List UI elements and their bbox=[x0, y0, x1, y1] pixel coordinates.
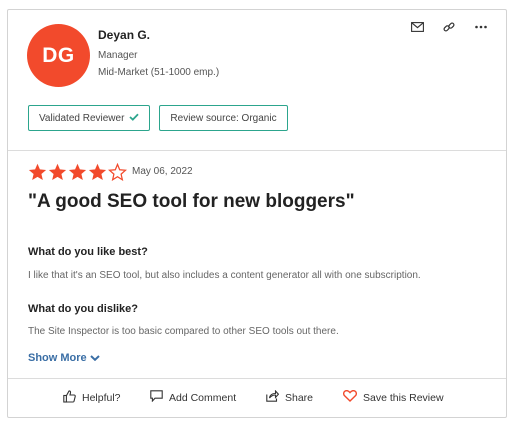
dislike-answer: The Site Inspector is too basic compared… bbox=[28, 326, 339, 337]
envelope-icon[interactable] bbox=[410, 20, 424, 34]
add-comment-button[interactable]: Add Comment bbox=[150, 390, 236, 405]
thumbs-up-icon bbox=[63, 390, 76, 406]
save-review-label: Save this Review bbox=[363, 391, 444, 404]
star-icon bbox=[68, 163, 87, 186]
star-empty-icon bbox=[108, 162, 127, 186]
comment-icon bbox=[150, 390, 163, 405]
star-icon bbox=[28, 163, 47, 186]
reviewer-company-size: Mid-Market (51-1000 emp.) bbox=[98, 67, 220, 78]
share-label: Share bbox=[285, 391, 314, 404]
validated-reviewer-label: Validated Reviewer bbox=[39, 112, 125, 124]
top-actions bbox=[410, 20, 488, 34]
review-header: DG Deyan G. Manager Mid-Market (51-1000 … bbox=[8, 10, 506, 150]
save-review-button[interactable]: Save this Review bbox=[342, 390, 444, 405]
add-comment-label: Add Comment bbox=[169, 391, 237, 404]
star-rating bbox=[28, 162, 127, 186]
heart-icon bbox=[342, 390, 358, 405]
show-more-label: Show More bbox=[28, 352, 87, 364]
review-title: "A good SEO tool for new bloggers" bbox=[28, 191, 355, 212]
avatar-initials: DG bbox=[42, 43, 75, 67]
link-icon[interactable] bbox=[442, 20, 456, 34]
show-more-link[interactable]: Show More bbox=[28, 352, 100, 364]
like-question: What do you like best? bbox=[28, 246, 148, 258]
validated-reviewer-badge[interactable]: Validated Reviewer bbox=[28, 105, 151, 131]
badges: Validated Reviewer Review source: Organi… bbox=[28, 105, 288, 131]
review-date: May 06, 2022 bbox=[132, 166, 193, 177]
avatar: DG bbox=[27, 24, 90, 87]
review-source-label: Review source: Organic bbox=[170, 112, 277, 124]
share-button[interactable]: Share bbox=[266, 389, 314, 405]
reviewer-name[interactable]: Deyan G. bbox=[98, 28, 150, 42]
helpful-button[interactable]: Helpful? bbox=[63, 390, 121, 406]
dislike-question: What do you dislike? bbox=[28, 303, 139, 315]
reviewer-role: Manager bbox=[98, 50, 138, 61]
helpful-label: Helpful? bbox=[82, 392, 121, 404]
share-icon bbox=[266, 389, 280, 405]
header-divider bbox=[8, 150, 506, 151]
review-footer: Helpful? Add Comment Share Save this Rev… bbox=[8, 378, 506, 418]
like-answer: I like that it's an SEO tool, but also i… bbox=[28, 270, 421, 281]
chevron-down-icon bbox=[89, 352, 100, 364]
star-icon bbox=[88, 163, 107, 186]
review-source-badge[interactable]: Review source: Organic bbox=[159, 105, 288, 131]
star-icon bbox=[48, 163, 67, 186]
review-card: DG Deyan G. Manager Mid-Market (51-1000 … bbox=[7, 9, 507, 418]
more-icon[interactable] bbox=[474, 20, 488, 34]
checkmark-icon bbox=[129, 113, 140, 124]
